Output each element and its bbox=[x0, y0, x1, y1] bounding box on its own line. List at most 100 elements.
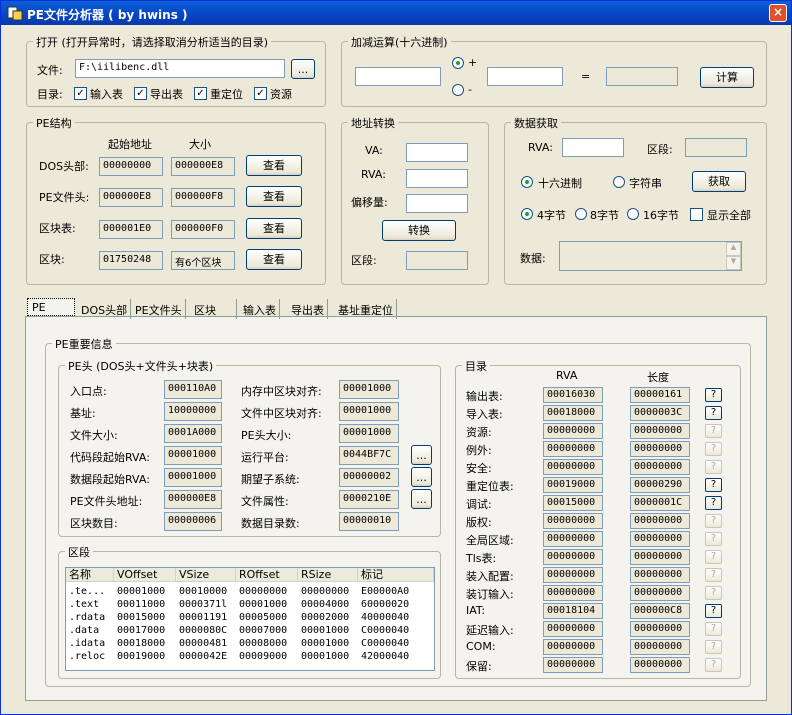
export-checkbox[interactable]: ✓ bbox=[134, 87, 147, 100]
resource-checkbox[interactable]: ✓ bbox=[254, 87, 267, 100]
cell: .idata bbox=[69, 638, 106, 649]
dir-entry-detail-button[interactable]: ? bbox=[705, 622, 722, 636]
characteristics-detail-button[interactable]: ... bbox=[411, 489, 432, 509]
dir-entry-rva: 00000000 bbox=[543, 549, 603, 565]
sections-listview[interactable]: 名称 VOffset VSize ROffset RSize 标记 .te...… bbox=[65, 567, 435, 671]
import-checkbox[interactable]: ✓ bbox=[74, 87, 87, 100]
result-field bbox=[606, 67, 678, 86]
dir-entry-detail-button[interactable]: ? bbox=[705, 388, 722, 402]
show-all-checkbox[interactable] bbox=[690, 208, 703, 221]
data-scroll-up[interactable]: ▲ bbox=[726, 242, 741, 256]
dir-entry-detail-button[interactable]: ? bbox=[705, 460, 722, 474]
cell: 00011000 bbox=[117, 599, 166, 610]
tab-pe[interactable]: PE bbox=[27, 298, 75, 316]
4byte-label: 4字节 bbox=[537, 209, 566, 222]
dir-entry-detail-button[interactable]: ? bbox=[705, 496, 722, 510]
string-radio[interactable] bbox=[613, 176, 625, 188]
view-section-table-button[interactable]: 查看 bbox=[246, 218, 302, 239]
pe-row-label: DOS头部: bbox=[39, 160, 89, 173]
plus-label: + bbox=[468, 56, 478, 69]
dir-entry-detail-button[interactable]: ? bbox=[705, 532, 722, 546]
col-flags[interactable]: 标记 bbox=[358, 568, 434, 582]
file-path-field[interactable]: F:\iilibenc.dll bbox=[75, 59, 285, 78]
tab-pe-header[interactable]: PE文件头 bbox=[132, 299, 186, 319]
dir-entry-detail-button[interactable]: ? bbox=[705, 586, 722, 600]
col-name[interactable]: 名称 bbox=[66, 568, 114, 582]
col-voffset[interactable]: VOffset bbox=[114, 568, 176, 582]
cell: 00004000 bbox=[301, 599, 350, 610]
minus-radio[interactable] bbox=[452, 84, 464, 96]
4byte-radio[interactable] bbox=[521, 208, 533, 220]
table-row[interactable]: .rdata 00015000 00001191 00005000 00002000 40… bbox=[66, 611, 434, 624]
info-left-label: PE文件头地址: bbox=[70, 495, 143, 508]
8byte-radio[interactable] bbox=[575, 208, 587, 220]
dir-entry-detail-button[interactable]: ? bbox=[705, 640, 722, 654]
app-window: PE文件分析器 ( by hwins ) × 打开 (打开异常时，请选择取消分析… bbox=[0, 0, 792, 715]
get-button[interactable]: 获取 bbox=[692, 171, 746, 192]
tab-dos-header[interactable]: DOS头部 bbox=[78, 299, 132, 319]
tab-base-reloc[interactable]: 基址重定位 bbox=[335, 299, 397, 319]
close-button[interactable]: × bbox=[769, 4, 787, 22]
operand1-field[interactable] bbox=[355, 67, 441, 86]
subsystem-detail-button[interactable]: ... bbox=[411, 467, 432, 487]
dir-entry-rva: 00015000 bbox=[543, 495, 603, 511]
col-roffset[interactable]: ROffset bbox=[236, 568, 298, 582]
dir-rva-header: RVA bbox=[556, 369, 578, 382]
offset-field[interactable] bbox=[406, 194, 468, 213]
convert-button[interactable]: 转换 bbox=[382, 220, 456, 241]
tab-sections[interactable]: 区块 bbox=[191, 299, 237, 319]
tab-imports[interactable]: 输入表 bbox=[240, 299, 280, 319]
dir-entry-label: 导入表: bbox=[466, 408, 503, 421]
dir-entry-detail-button[interactable]: ? bbox=[705, 478, 722, 492]
addr-section-label: 区段: bbox=[351, 254, 377, 267]
fetch-rva-field[interactable] bbox=[562, 138, 624, 157]
view-sections-button[interactable]: 查看 bbox=[246, 249, 302, 270]
tab-exports[interactable]: 导出表 bbox=[288, 299, 328, 319]
dir-entry-detail-button[interactable]: ? bbox=[705, 424, 722, 438]
hex-radio[interactable] bbox=[521, 176, 533, 188]
operand2-field[interactable] bbox=[487, 67, 563, 86]
cell: 00008000 bbox=[239, 638, 288, 649]
cell: 0000080C bbox=[179, 625, 228, 636]
calc-button[interactable]: 计算 bbox=[700, 67, 754, 88]
equals-label: = bbox=[581, 70, 591, 83]
dir-entry-detail-button[interactable]: ? bbox=[705, 406, 722, 420]
table-row[interactable]: .idata 00018000 00000481 00008000 00001000 C0… bbox=[66, 637, 434, 650]
browse-button[interactable]: ... bbox=[291, 59, 315, 79]
dir-entry-rva: 00016030 bbox=[543, 387, 603, 403]
reloc-checkbox[interactable]: ✓ bbox=[194, 87, 207, 100]
dir-entry-length: 00000000 bbox=[630, 567, 690, 583]
view-pe-header-button[interactable]: 查看 bbox=[246, 186, 302, 207]
table-row[interactable]: .data 00017000 0000080C 00007000 00001000 C00… bbox=[66, 624, 434, 637]
va-field[interactable] bbox=[406, 143, 468, 162]
dir-entry-detail-button[interactable]: ? bbox=[705, 604, 722, 618]
file-label: 文件: bbox=[37, 64, 63, 77]
dir-entry-rva: 00000000 bbox=[543, 459, 603, 475]
cell: 00007000 bbox=[239, 625, 288, 636]
dir-entry-detail-button[interactable]: ? bbox=[705, 568, 722, 582]
dir-entry-detail-button[interactable]: ? bbox=[705, 550, 722, 564]
col-vsize[interactable]: VSize bbox=[176, 568, 236, 582]
dir-entry-detail-button[interactable]: ? bbox=[705, 442, 722, 456]
table-row[interactable]: .reloc 00019000 0000042E 00009000 00001000 42… bbox=[66, 650, 434, 663]
cell: 00001000 bbox=[301, 638, 350, 649]
info-left-value: 00001000 bbox=[164, 468, 222, 487]
cell: 40000040 bbox=[361, 612, 410, 623]
plus-radio[interactable] bbox=[452, 57, 464, 69]
rva-field[interactable] bbox=[406, 169, 468, 188]
machine-detail-button[interactable]: ... bbox=[411, 445, 432, 465]
table-row[interactable]: .text 00011000 0000371l 00001000 00004000 600… bbox=[66, 598, 434, 611]
dir-entry-detail-button[interactable]: ? bbox=[705, 658, 722, 672]
cell: 00017000 bbox=[117, 625, 166, 636]
cell: .te... bbox=[69, 586, 106, 597]
pe-row-size: 000000E8 bbox=[171, 157, 235, 176]
col-rsize[interactable]: RSize bbox=[298, 568, 358, 582]
data-scroll-down[interactable]: ▼ bbox=[726, 256, 741, 270]
16byte-radio[interactable] bbox=[627, 208, 639, 220]
view-dos-button[interactable]: 查看 bbox=[246, 155, 302, 176]
table-row[interactable]: .te... 00001000 00010000 00000000 00000000 E0… bbox=[66, 585, 434, 598]
dir-entry-detail-button[interactable]: ? bbox=[705, 514, 722, 528]
title-bar: PE文件分析器 ( by hwins ) × bbox=[1, 1, 791, 25]
dir-entry-label: 全局区域: bbox=[466, 534, 514, 547]
dir-entry-label: 例外: bbox=[466, 444, 492, 457]
